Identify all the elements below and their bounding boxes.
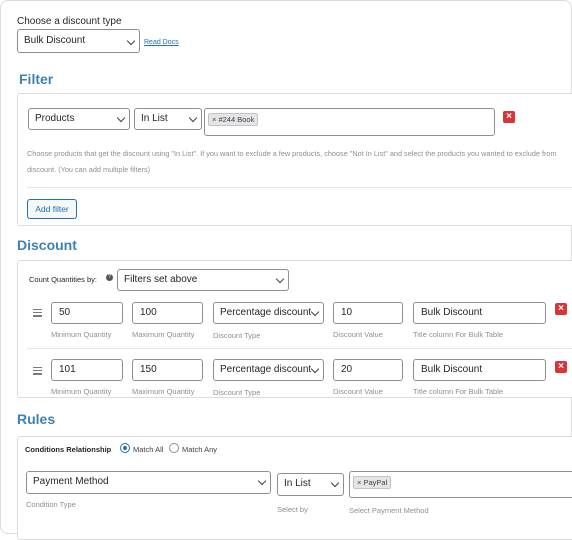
match-all-radio[interactable] — [120, 443, 130, 453]
discount-value-label: Discount Value — [333, 330, 383, 339]
discount-type-row-value: Percentage discount — [220, 307, 312, 318]
drag-handle-icon[interactable] — [33, 367, 42, 377]
remove-range-button[interactable]: × — [555, 361, 567, 373]
payment-tag-label: PayPal — [363, 478, 388, 487]
discount-type-select[interactable]: Bulk Discount — [17, 29, 140, 53]
remove-filter-button[interactable]: × — [503, 111, 515, 123]
discount-value-input[interactable]: 20 — [333, 359, 403, 381]
chevron-down-icon — [116, 113, 126, 123]
drag-handle-icon[interactable] — [33, 309, 42, 319]
min-quantity-label: Minimum Quantity — [51, 330, 112, 339]
filter-type-value: Products — [35, 113, 75, 124]
chevron-down-icon — [126, 36, 136, 46]
match-any-radio[interactable] — [169, 443, 179, 453]
discount-type-row-select[interactable]: Percentage discount — [213, 359, 324, 381]
rules-box: Conditions Relationship Match All Match … — [17, 436, 572, 540]
max-quantity-input[interactable]: 150 — [132, 359, 203, 381]
match-all-label: Match All — [133, 445, 164, 454]
chevron-down-icon — [330, 478, 340, 488]
min-quantity-label: Minimum Quantity — [51, 387, 112, 396]
filter-type-select[interactable]: Products — [28, 108, 130, 130]
payment-method-label: Select Payment Method — [349, 506, 429, 515]
filter-box: Products In List × #244 Book × Choose pr… — [17, 93, 572, 226]
read-docs-link[interactable]: Read Docs — [144, 39, 179, 46]
chevron-down-icon — [310, 364, 320, 374]
discount-type-row-select[interactable]: Percentage discount — [213, 302, 324, 324]
chevron-down-icon — [257, 476, 267, 486]
discount-type-row-label: Discount Type — [213, 388, 261, 397]
count-quantities-select[interactable]: Filters set above — [117, 269, 289, 291]
filter-operator-value: In List — [141, 113, 168, 124]
filter-products-multiselect[interactable]: × #244 Book — [204, 108, 495, 136]
chevron-down-icon — [310, 307, 320, 317]
condition-type-label: Condition Type — [26, 500, 76, 509]
condition-type-value: Payment Method — [33, 476, 109, 487]
match-any-label: Match Any — [182, 445, 218, 454]
product-tag-label: #244 Book — [218, 115, 255, 124]
rules-title: Rules — [17, 411, 56, 427]
filter-operator-select[interactable]: In List — [134, 108, 202, 130]
discount-type-value: Bulk Discount — [24, 35, 86, 46]
divider — [27, 187, 572, 188]
select-by-select[interactable]: In List — [277, 473, 344, 496]
filter-title: Filter — [19, 71, 54, 87]
bulk-title-input[interactable]: Bulk Discount — [413, 302, 546, 324]
discount-value-label: Discount Value — [333, 387, 383, 396]
help-icon[interactable]: ? — [106, 274, 113, 281]
discount-type-label: Choose a discount type — [17, 16, 122, 27]
select-by-label: Select by — [277, 505, 308, 514]
select-by-value: In List — [284, 478, 311, 489]
chevron-down-icon — [275, 274, 285, 284]
count-quantities-value: Filters set above — [124, 274, 198, 285]
bulk-title-input[interactable]: Bulk Discount — [413, 359, 546, 381]
discount-title: Discount — [17, 237, 77, 253]
discount-value-input[interactable]: 10 — [333, 302, 403, 324]
chevron-down-icon — [188, 113, 198, 123]
remove-range-button[interactable]: × — [555, 303, 567, 315]
bulk-title-label: Title column For Bulk Table — [413, 387, 504, 396]
max-quantity-label: Maximum Quantity — [132, 387, 195, 396]
add-filter-button[interactable]: Add filter — [27, 199, 77, 219]
max-quantity-input[interactable]: 100 — [132, 302, 203, 324]
min-quantity-input[interactable]: 50 — [51, 302, 123, 324]
payment-method-multiselect[interactable]: × PayPal — [349, 471, 572, 498]
count-quantities-label: Count Quantities by: — [29, 275, 97, 284]
divider — [27, 348, 572, 349]
filter-help-text-1: Choose products that get the discount us… — [27, 149, 557, 158]
bulk-title-label: Title column For Bulk Table — [413, 330, 504, 339]
payment-tag[interactable]: × PayPal — [353, 476, 392, 489]
condition-type-select[interactable]: Payment Method — [26, 471, 271, 494]
filter-help-text-2: discount. (You can add multiple filters) — [27, 165, 151, 174]
panel-frame: Choose a discount type Bulk Discount Rea… — [0, 0, 572, 540]
max-quantity-label: Maximum Quantity — [132, 330, 195, 339]
conditions-relationship-label: Conditions Relationship — [25, 445, 112, 454]
min-quantity-input[interactable]: 101 — [51, 359, 123, 381]
discount-type-row-value: Percentage discount — [220, 364, 312, 375]
discount-box: Count Quantities by: ? Filters set above… — [17, 260, 572, 398]
product-tag[interactable]: × #244 Book — [208, 113, 259, 126]
discount-type-row-label: Discount Type — [213, 331, 261, 340]
